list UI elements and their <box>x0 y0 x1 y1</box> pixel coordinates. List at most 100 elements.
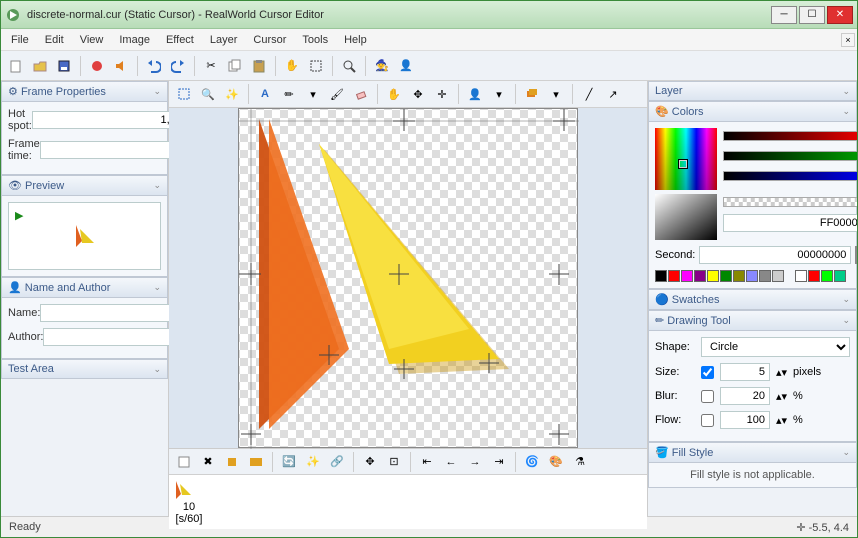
drawing-tool-header[interactable]: ✏ Drawing Tool⌄ <box>648 310 857 331</box>
select-icon[interactable] <box>305 55 327 77</box>
palette-color[interactable] <box>733 270 745 282</box>
frame-dup2-icon[interactable] <box>245 451 267 473</box>
center-icon[interactable]: ⊡ <box>383 451 405 473</box>
palette-color[interactable] <box>759 270 771 282</box>
palette-color[interactable] <box>681 270 693 282</box>
preview-header[interactable]: 👁 Preview⌄ <box>1 175 168 196</box>
palette-color[interactable] <box>720 270 732 282</box>
menu-help[interactable]: Help <box>336 32 375 48</box>
next-frame-icon[interactable]: → <box>464 451 486 473</box>
menubar-close-icon[interactable]: × <box>841 33 855 47</box>
menu-view[interactable]: View <box>72 32 112 48</box>
blur-checkbox[interactable] <box>701 390 714 403</box>
palette-color[interactable] <box>821 270 833 282</box>
layers-icon[interactable] <box>521 83 543 105</box>
menu-effect[interactable]: Effect <box>158 32 202 48</box>
menu-tools[interactable]: Tools <box>294 32 336 48</box>
fill-style-header[interactable]: 🪣 Fill Style⌄ <box>648 442 857 463</box>
palette-color[interactable] <box>668 270 680 282</box>
colors-header[interactable]: 🎨 Colors⌄ <box>648 101 857 122</box>
spinner-icon[interactable]: ▴▾ <box>776 366 787 379</box>
frame-effect-icon[interactable]: ✨ <box>302 451 324 473</box>
secondary-swatch[interactable] <box>855 246 857 264</box>
menu-layer[interactable]: Layer <box>202 32 246 48</box>
b-slider[interactable] <box>723 171 857 181</box>
text-icon[interactable]: A <box>254 83 276 105</box>
frame-thumb[interactable]: 10 [s/60] <box>173 479 205 525</box>
filter3-icon[interactable]: ⚗ <box>569 451 591 473</box>
menu-image[interactable]: Image <box>111 32 158 48</box>
copy-icon[interactable] <box>224 55 246 77</box>
spinner-icon[interactable]: ▴▾ <box>776 414 787 427</box>
dropdown3-icon[interactable]: ▾ <box>545 83 567 105</box>
prev-frame-icon[interactable]: ← <box>440 451 462 473</box>
dropdown2-icon[interactable]: ▾ <box>488 83 510 105</box>
wand-icon[interactable]: ✨ <box>221 83 243 105</box>
pencil-icon[interactable]: ✏ <box>278 83 300 105</box>
line-icon[interactable]: ╱ <box>578 83 600 105</box>
spinner-icon[interactable]: ▴▾ <box>776 390 787 403</box>
frame-new-icon[interactable] <box>173 451 195 473</box>
menu-cursor[interactable]: Cursor <box>245 32 294 48</box>
frame-link-icon[interactable]: 🔗 <box>326 451 348 473</box>
editor-canvas[interactable] <box>238 108 578 448</box>
palette-color[interactable] <box>808 270 820 282</box>
palette-color[interactable] <box>834 270 846 282</box>
arrow-icon[interactable]: ↗ <box>602 83 624 105</box>
flow-checkbox[interactable] <box>701 414 714 427</box>
test-area-header[interactable]: Test Area⌄ <box>1 359 168 379</box>
palette-color[interactable] <box>694 270 706 282</box>
save-icon[interactable] <box>53 55 75 77</box>
hotspot-input[interactable] <box>32 111 184 129</box>
palette-color[interactable] <box>707 270 719 282</box>
zoomtool-icon[interactable]: 🔍 <box>197 83 219 105</box>
goto-end-icon[interactable]: ⇥ <box>488 451 510 473</box>
dropdown-icon[interactable]: ▾ <box>302 83 324 105</box>
g-slider[interactable] <box>723 151 857 161</box>
eraser-icon[interactable] <box>350 83 372 105</box>
frame-properties-header[interactable]: ⚙ Frame Properties⌄ <box>1 81 168 102</box>
swatches-header[interactable]: 🔵 Swatches⌄ <box>648 289 857 310</box>
user-icon[interactable]: 👤 <box>395 55 417 77</box>
palette-color[interactable] <box>746 270 758 282</box>
size-input[interactable] <box>720 363 770 381</box>
menu-file[interactable]: File <box>3 32 37 48</box>
gradient-picker[interactable] <box>655 194 717 240</box>
paste-icon[interactable] <box>248 55 270 77</box>
flow-input[interactable] <box>720 411 770 429</box>
second-hex-input[interactable] <box>699 246 851 264</box>
hue-picker[interactable] <box>655 128 717 190</box>
name-author-header[interactable]: 👤 Name and Author⌄ <box>1 277 168 298</box>
r-slider[interactable] <box>723 131 857 141</box>
shape-select[interactable]: Circle <box>701 337 850 357</box>
frame-dup1-icon[interactable] <box>221 451 243 473</box>
palette-color[interactable] <box>795 270 807 282</box>
maximize-button[interactable]: ☐ <box>799 6 825 24</box>
filter1-icon[interactable]: 🌀 <box>521 451 543 473</box>
wizard-icon[interactable]: 🧙 <box>371 55 393 77</box>
menu-edit[interactable]: Edit <box>37 32 72 48</box>
palette-color[interactable] <box>655 270 667 282</box>
zoom-icon[interactable] <box>338 55 360 77</box>
a-slider[interactable] <box>723 197 857 207</box>
move-icon[interactable]: ✥ <box>407 83 429 105</box>
hand2-icon[interactable]: ✋ <box>383 83 405 105</box>
redo-icon[interactable] <box>167 55 189 77</box>
cut-icon[interactable]: ✂ <box>200 55 222 77</box>
brush-icon[interactable]: 🖌 <box>326 83 348 105</box>
palette-color[interactable] <box>772 270 784 282</box>
size-checkbox[interactable] <box>701 366 714 379</box>
filter2-icon[interactable]: 🎨 <box>545 451 567 473</box>
hex-input[interactable] <box>723 214 857 232</box>
marquee-icon[interactable] <box>173 83 195 105</box>
undo-icon[interactable] <box>143 55 165 77</box>
open-icon[interactable] <box>29 55 51 77</box>
frame-delete-icon[interactable]: ✖ <box>197 451 219 473</box>
move-icon[interactable]: ✥ <box>359 451 381 473</box>
minimize-button[interactable]: ─ <box>771 6 797 24</box>
person2-icon[interactable]: 👤 <box>464 83 486 105</box>
blur-input[interactable] <box>720 387 770 405</box>
close-button[interactable]: ✕ <box>827 6 853 24</box>
sound-icon[interactable] <box>110 55 132 77</box>
crosshair-icon[interactable]: ✛ <box>431 83 453 105</box>
